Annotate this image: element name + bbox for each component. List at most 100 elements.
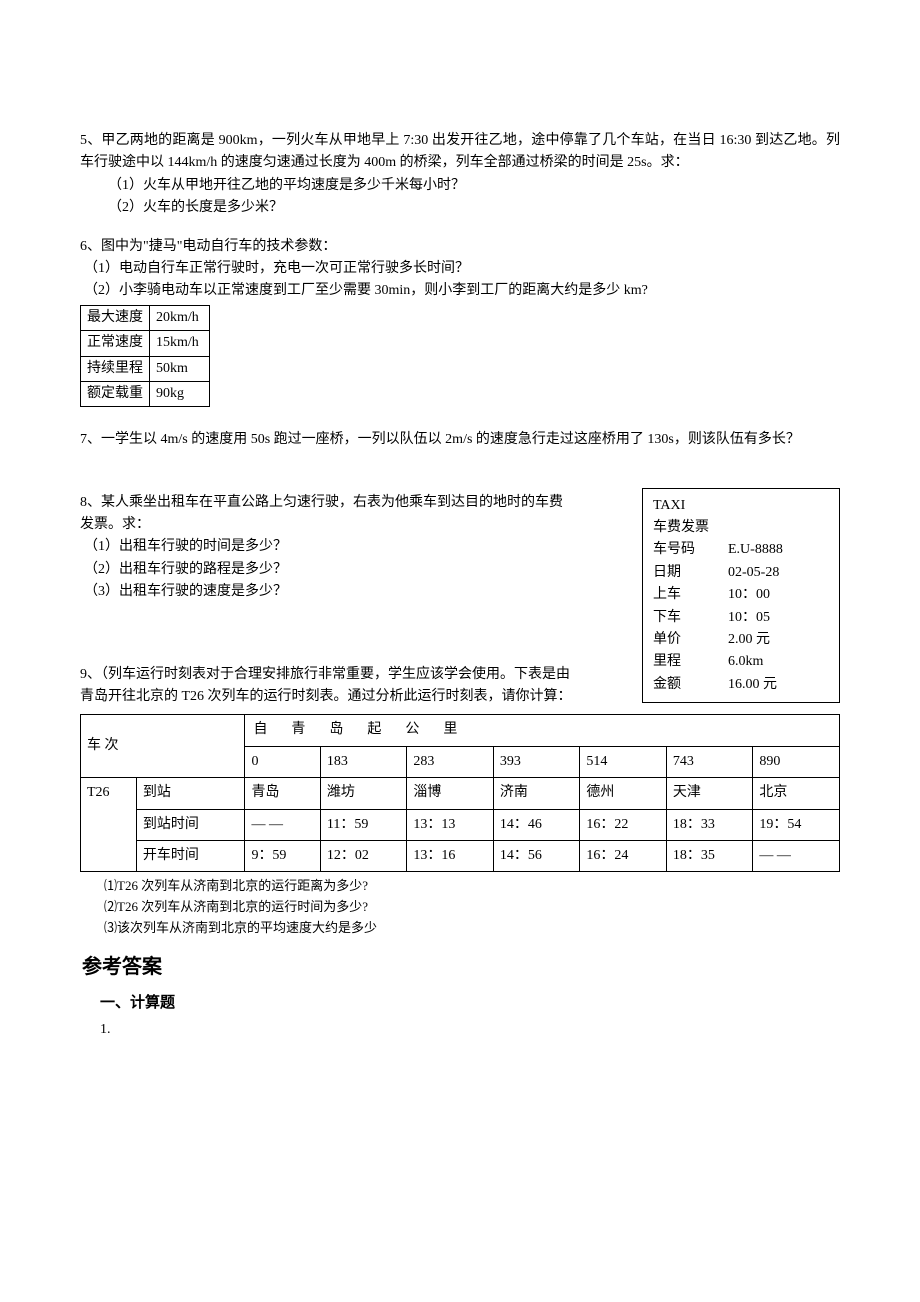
question-5: 5、甲乙两地的距离是 900km，一列火车从甲地早上 7:30 出发开往乙地，途… (80, 130, 840, 220)
receipt-row: 里程6.0km (653, 651, 829, 673)
station-cell: 潍坊 (320, 778, 407, 809)
time-cell: 13：13 (407, 809, 494, 840)
receipt-value: 6.0km (728, 651, 829, 673)
q9-sub2: ⑵T26 次列车从济南到北京的运行时间为多少? (80, 897, 840, 918)
question-8-container: 8、某人乘坐出租车在平直公路上匀速行驶，右表为他乘车到达目的地时的车费 发票。求… (80, 492, 840, 709)
station-cell: 天津 (666, 778, 753, 809)
station-cell: 济南 (493, 778, 580, 809)
time-cell: 9：59 (245, 840, 320, 871)
receipt-label: 里程 (653, 651, 728, 673)
station-cell: 北京 (753, 778, 840, 809)
q8-sub3: （3）出租车行驶的速度是多少？ (80, 581, 632, 603)
q8-sub2: （2）出租车行驶的路程是多少？ (80, 559, 632, 581)
q9-intro1: 9、（列车运行时刻表对于合理安排旅行非常重要，学生应该学会使用。下表是由 (80, 664, 632, 686)
spec-label: 正常速度 (81, 331, 150, 356)
receipt-value: E.U-8888 (728, 539, 829, 561)
spec-value: 20km/h (150, 305, 210, 330)
taxi-receipt: TAXI 车费发票 车号码E.U-8888 日期02-05-28 上车10：00… (642, 488, 840, 704)
time-cell: — — (753, 840, 840, 871)
q8-intro1: 8、某人乘坐出租车在平直公路上匀速行驶，右表为他乘车到达目的地时的车费 (80, 492, 632, 514)
q5-sub1: （1）火车从甲地开往乙地的平均速度是多少千米每小时？ (80, 175, 840, 197)
table-row: T26 到站 青岛 潍坊 淄博 济南 德州 天津 北京 (81, 778, 840, 809)
km-cell: 183 (320, 746, 407, 777)
spec-value: 15km/h (150, 331, 210, 356)
spec-label: 额定载重 (81, 381, 150, 406)
question-8: 8、某人乘坐出租车在平直公路上匀速行驶，右表为他乘车到达目的地时的车费 发票。求… (80, 492, 642, 709)
time-cell: 13：16 (407, 840, 494, 871)
q9-sub3: ⑶该次列车从济南到北京的平均速度大约是多少 (80, 918, 840, 939)
spec-value: 90kg (150, 381, 210, 406)
question-9-intro: 9、（列车运行时刻表对于合理安排旅行非常重要，学生应该学会使用。下表是由 青岛开… (80, 664, 632, 709)
receipt-label: 单价 (653, 629, 728, 651)
time-cell: 18：33 (666, 809, 753, 840)
q6-text: 6、图中为"捷马"电动自行车的技术参数： (80, 236, 840, 258)
receipt-row: 单价2.00 元 (653, 629, 829, 651)
train-no: T26 (81, 778, 137, 872)
receipt-value: 10：05 (728, 607, 829, 629)
q7-text: 7、一学生以 4m/s 的速度用 50s 跑过一座桥，一列以队伍以 2m/s 的… (80, 429, 840, 451)
q5-text: 5、甲乙两地的距离是 900km，一列火车从甲地早上 7:30 出发开往乙地，途… (80, 130, 840, 175)
station-cell: 淄博 (407, 778, 494, 809)
receipt-value: 10：00 (728, 584, 829, 606)
row-label: 到站 (136, 778, 245, 809)
receipt-value: 02-05-28 (728, 562, 829, 584)
receipt-row: 下车10：05 (653, 607, 829, 629)
row-label: 到站时间 (136, 809, 245, 840)
km-cell: 890 (753, 746, 840, 777)
q9-sub1: ⑴T26 次列车从济南到北京的运行距离为多少? (80, 876, 840, 897)
receipt-label: 日期 (653, 562, 728, 584)
table-row: 正常速度 15km/h (81, 331, 210, 356)
answer-section: 一、计算题 (100, 991, 840, 1015)
table-row: 车 次 自青岛起公里 (81, 715, 840, 746)
km-cell: 514 (580, 746, 667, 777)
table-row: 额定载重 90kg (81, 381, 210, 406)
receipt-row: 金额16.00 元 (653, 674, 829, 696)
table-row: 开车时间 9：59 12：02 13：16 14：56 16：24 18：35 … (81, 840, 840, 871)
question-6: 6、图中为"捷马"电动自行车的技术参数： （1）电动自行车正常行驶时，充电一次可… (80, 236, 840, 408)
spec-value: 50km (150, 356, 210, 381)
receipt-value: 16.00 元 (728, 674, 829, 696)
time-cell: 19：54 (753, 809, 840, 840)
km-cell: 743 (666, 746, 753, 777)
train-header-label: 车 次 (81, 715, 245, 778)
receipt-row: 上车10：00 (653, 584, 829, 606)
km-cell: 283 (407, 746, 494, 777)
table-row: 到站时间 — — 11：59 13：13 14：46 16：22 18：33 1… (81, 809, 840, 840)
question-7: 7、一学生以 4m/s 的速度用 50s 跑过一座桥，一列以队伍以 2m/s 的… (80, 429, 840, 451)
receipt-row: 车号码E.U-8888 (653, 539, 829, 561)
receipt-label: 金额 (653, 674, 728, 696)
q9-intro2: 青岛开往北京的 T26 次列车的运行时刻表。通过分析此运行时刻表，请你计算： (80, 686, 632, 708)
time-cell: 14：46 (493, 809, 580, 840)
row-label: 开车时间 (136, 840, 245, 871)
time-cell: 18：35 (666, 840, 753, 871)
spec-label: 最大速度 (81, 305, 150, 330)
q5-sub2: （2）火车的长度是多少米？ (80, 197, 840, 219)
receipt-label: 上车 (653, 584, 728, 606)
km-cell: 393 (493, 746, 580, 777)
train-header-text: 自青岛起公里 (245, 715, 840, 746)
spec-label: 持续里程 (81, 356, 150, 381)
receipt-label: 下车 (653, 607, 728, 629)
q8-sub1: （1）出租车行驶的时间是多少？ (80, 536, 632, 558)
time-cell: 11：59 (320, 809, 407, 840)
receipt-value: 2.00 元 (728, 629, 829, 651)
receipt-subtitle: 车费发票 (653, 517, 829, 539)
time-cell: — — (245, 809, 320, 840)
station-cell: 德州 (580, 778, 667, 809)
receipt-title: TAXI (653, 495, 829, 517)
table-row: 持续里程 50km (81, 356, 210, 381)
time-cell: 14：56 (493, 840, 580, 871)
answer-num: 1. (100, 1019, 840, 1041)
answer-title: 参考答案 (82, 951, 840, 983)
q6-sub1: （1）电动自行车正常行驶时，充电一次可正常行驶多长时间？ (80, 258, 840, 280)
q6-spec-table: 最大速度 20km/h 正常速度 15km/h 持续里程 50km 额定载重 9… (80, 305, 210, 408)
table-row: 最大速度 20km/h (81, 305, 210, 330)
km-cell: 0 (245, 746, 320, 777)
q8-intro2: 发票。求： (80, 514, 632, 536)
q6-sub2: （2）小李骑电动车以正常速度到工厂至少需要 30min，则小李到工厂的距离大约是… (80, 280, 840, 302)
receipt-label: 车号码 (653, 539, 728, 561)
time-cell: 12：02 (320, 840, 407, 871)
receipt-row: 日期02-05-28 (653, 562, 829, 584)
time-cell: 16：22 (580, 809, 667, 840)
time-cell: 16：24 (580, 840, 667, 871)
